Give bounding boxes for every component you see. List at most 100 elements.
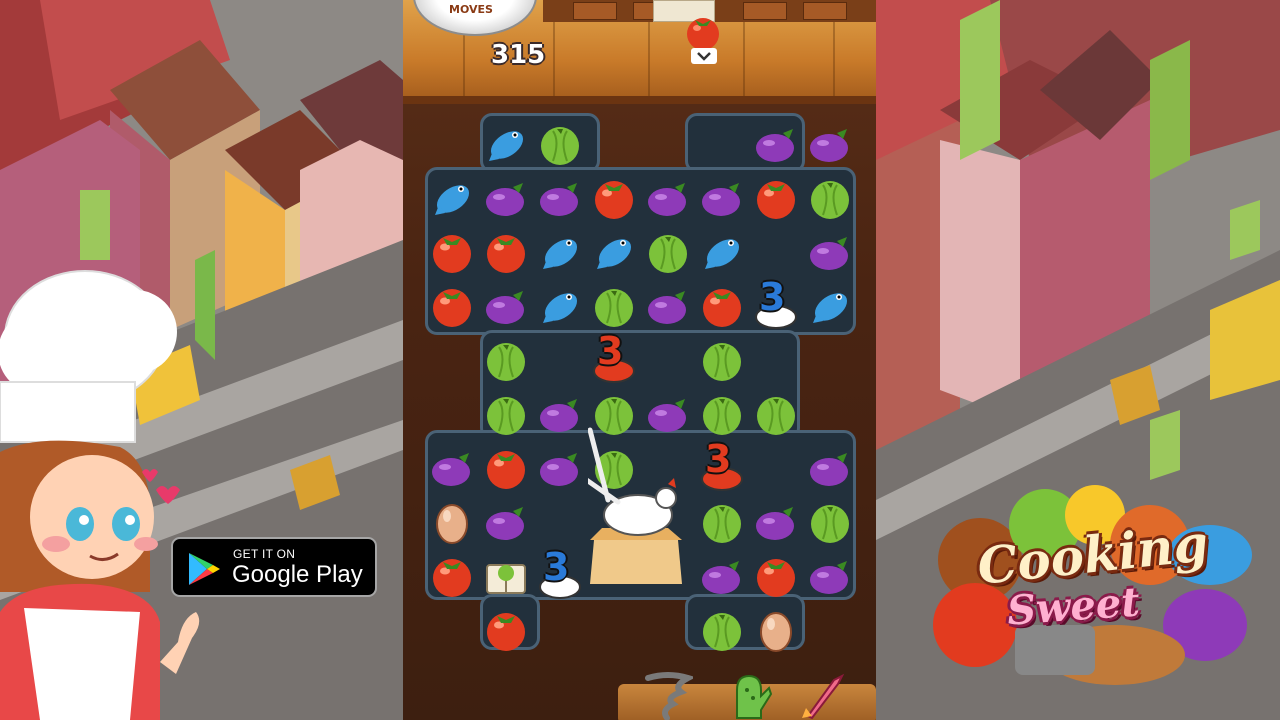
- eggplant-piece[interactable]: [803, 549, 857, 603]
- tomato-piece[interactable]: [749, 549, 803, 603]
- tomato-piece[interactable]: [479, 441, 533, 495]
- apple-piece[interactable]: [695, 333, 749, 387]
- fish-piece[interactable]: [425, 171, 479, 225]
- blocker-count: 3: [759, 275, 786, 319]
- apple-icon: [487, 343, 525, 381]
- fish-piece[interactable]: [695, 225, 749, 279]
- tomato-blocker-3-piece[interactable]: 3: [587, 329, 641, 387]
- eggplant-piece[interactable]: [533, 441, 587, 495]
- fish-icon: [435, 185, 470, 215]
- fish-piece[interactable]: [803, 279, 857, 333]
- apple-piece[interactable]: [479, 387, 533, 441]
- tomato-piece[interactable]: [425, 549, 479, 603]
- eggplant-piece[interactable]: [803, 117, 857, 171]
- fish-icon: [705, 239, 740, 269]
- book-icon[interactable]: [479, 549, 533, 603]
- apple-piece[interactable]: [479, 333, 533, 387]
- eggplant-piece[interactable]: [803, 441, 857, 495]
- fish-piece[interactable]: [479, 117, 533, 171]
- fish-piece[interactable]: [587, 225, 641, 279]
- blocker-count: 3: [597, 329, 624, 373]
- apple-piece[interactable]: [695, 603, 749, 657]
- fish-piece[interactable]: [533, 225, 587, 279]
- egg-piece[interactable]: [749, 603, 803, 657]
- blocker-count: 3: [543, 545, 570, 589]
- tomato-blocker-3-piece[interactable]: 3: [695, 437, 749, 495]
- eggplant-icon: [702, 561, 740, 594]
- apple-icon: [811, 181, 849, 219]
- fish-icon: [489, 131, 524, 161]
- tomato-piece[interactable]: [695, 279, 749, 333]
- tomato-piece[interactable]: [587, 171, 641, 225]
- apple-piece[interactable]: [533, 117, 587, 171]
- tomato-piece[interactable]: [479, 225, 533, 279]
- eggplant-icon: [486, 507, 524, 540]
- eggplant-piece[interactable]: [641, 279, 695, 333]
- tomato-piece[interactable]: [425, 279, 479, 333]
- fish-icon: [813, 293, 848, 323]
- apple-piece[interactable]: [749, 387, 803, 441]
- eggplant-icon: [540, 183, 578, 216]
- eggplant-icon: [810, 453, 848, 486]
- eggplant-piece[interactable]: [695, 171, 749, 225]
- eggplant-piece[interactable]: [803, 225, 857, 279]
- fish-icon: [543, 239, 578, 269]
- apple-icon: [595, 289, 633, 327]
- apple-piece[interactable]: [803, 495, 857, 549]
- tomato-icon: [703, 289, 741, 327]
- eggplant-icon: [702, 183, 740, 216]
- apple-icon: [703, 505, 741, 543]
- eggplant-icon: [486, 183, 524, 216]
- oven-mitt-booster-icon[interactable]: [723, 670, 773, 720]
- eggplant-piece[interactable]: [479, 495, 533, 549]
- eggplant-icon: [432, 453, 470, 486]
- apple-piece[interactable]: [587, 279, 641, 333]
- apple-icon: [649, 235, 687, 273]
- apple-piece[interactable]: [695, 495, 749, 549]
- google-play-icon: [189, 553, 220, 585]
- rocket-booster-icon[interactable]: [798, 670, 848, 720]
- eggplant-icon: [756, 507, 794, 540]
- logo-line2: Sweet: [1005, 578, 1142, 635]
- book-icon: [486, 564, 526, 594]
- fish-piece[interactable]: [533, 279, 587, 333]
- tomato-icon: [433, 289, 471, 327]
- google-play-badge[interactable]: GET IT ON Google Play: [171, 537, 377, 597]
- eggplant-piece[interactable]: [641, 171, 695, 225]
- eggplant-piece[interactable]: [425, 441, 479, 495]
- eggplant-icon: [810, 561, 848, 594]
- eggplant-piece[interactable]: [479, 279, 533, 333]
- apple-piece[interactable]: [641, 225, 695, 279]
- eggplant-piece[interactable]: [695, 549, 749, 603]
- chef-character: [0, 270, 200, 720]
- eggplant-piece[interactable]: [479, 171, 533, 225]
- eggplant-icon: [540, 399, 578, 432]
- tomato-piece[interactable]: [425, 225, 479, 279]
- booster-bar: [618, 670, 876, 720]
- blocker-count: 3: [705, 437, 732, 481]
- apple-piece[interactable]: [695, 387, 749, 441]
- apple-icon: [757, 397, 795, 435]
- hen-nest-icon: [588, 427, 682, 584]
- tomato-piece[interactable]: [479, 603, 533, 657]
- match3-board: 3 3 3 3: [403, 0, 876, 720]
- apple-piece[interactable]: [803, 171, 857, 225]
- eggplant-icon: [540, 453, 578, 486]
- tomato-icon: [595, 181, 633, 219]
- egg-blocker-3-piece[interactable]: 3: [533, 545, 587, 603]
- badge-small-text: GET IT ON: [233, 547, 296, 561]
- apple-icon: [541, 127, 579, 165]
- tomato-icon: [433, 235, 471, 273]
- eggplant-piece[interactable]: [533, 387, 587, 441]
- tomato-icon: [757, 181, 795, 219]
- eggplant-piece[interactable]: [749, 117, 803, 171]
- eggplant-piece[interactable]: [533, 171, 587, 225]
- egg-blocker-3-piece[interactable]: 3: [749, 275, 803, 333]
- fish-icon: [597, 239, 632, 269]
- egg-piece[interactable]: [425, 495, 479, 549]
- eggplant-piece[interactable]: [749, 495, 803, 549]
- apple-icon: [487, 397, 525, 435]
- tomato-icon: [487, 235, 525, 273]
- tornado-booster-icon[interactable]: [643, 670, 693, 720]
- tomato-piece[interactable]: [749, 171, 803, 225]
